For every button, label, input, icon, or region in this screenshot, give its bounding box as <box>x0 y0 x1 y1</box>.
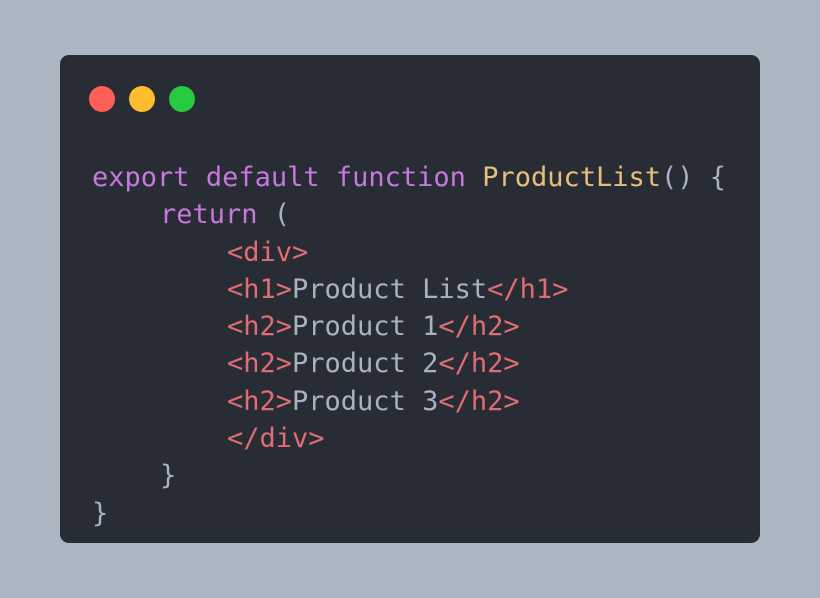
h2-text: Product 2 <box>292 348 439 380</box>
maximize-dot-icon[interactable] <box>169 86 195 112</box>
return-paren: ( <box>257 199 291 231</box>
h2-text: Product 3 <box>292 385 439 417</box>
h2-open-tag: <h2> <box>227 385 293 417</box>
code-line-2: return ( <box>92 196 726 233</box>
code-line-6: <h2>Product 2</h2> <box>92 345 726 382</box>
code-line-9: } <box>92 457 726 494</box>
keyword-export: export <box>92 162 190 193</box>
minimize-dot-icon[interactable] <box>129 86 155 112</box>
window-controls <box>89 86 195 112</box>
code-line-10: } <box>92 495 726 532</box>
function-name: ProductList <box>482 162 661 193</box>
h1-close-tag: </h1> <box>487 273 569 305</box>
h2-close-tag: </h2> <box>438 311 520 343</box>
keyword-return: return <box>160 199 258 231</box>
code-line-3: <div> <box>92 234 726 271</box>
keyword-default: default <box>205 162 320 193</box>
h2-open-tag: <h2> <box>227 311 293 343</box>
h1-open-tag: <h1> <box>227 273 293 305</box>
h2-close-tag: </h2> <box>438 348 520 380</box>
close-dot-icon[interactable] <box>89 86 115 112</box>
code-line-1: export default function ProductList() { <box>92 159 726 196</box>
div-close-tag: </div> <box>227 423 325 455</box>
code-block: export default function ProductList() {r… <box>92 159 726 532</box>
code-line-8: </div> <box>92 420 726 457</box>
closing-brace: } <box>160 460 177 492</box>
h1-text: Product List <box>292 273 488 305</box>
code-window: export default function ProductList() {r… <box>60 55 760 543</box>
code-line-4: <h1>Product List</h1> <box>92 271 726 308</box>
div-open-tag: <div> <box>227 236 309 268</box>
code-line-5: <h2>Product 1</h2> <box>92 308 726 345</box>
h2-text: Product 1 <box>292 311 439 343</box>
closing-brace: } <box>92 497 109 529</box>
keyword-function: function <box>335 162 466 193</box>
h2-open-tag: <h2> <box>227 348 293 380</box>
function-signature-rest: () { <box>661 162 727 193</box>
h2-close-tag: </h2> <box>438 385 520 417</box>
code-line-7: <h2>Product 3</h2> <box>92 383 726 420</box>
